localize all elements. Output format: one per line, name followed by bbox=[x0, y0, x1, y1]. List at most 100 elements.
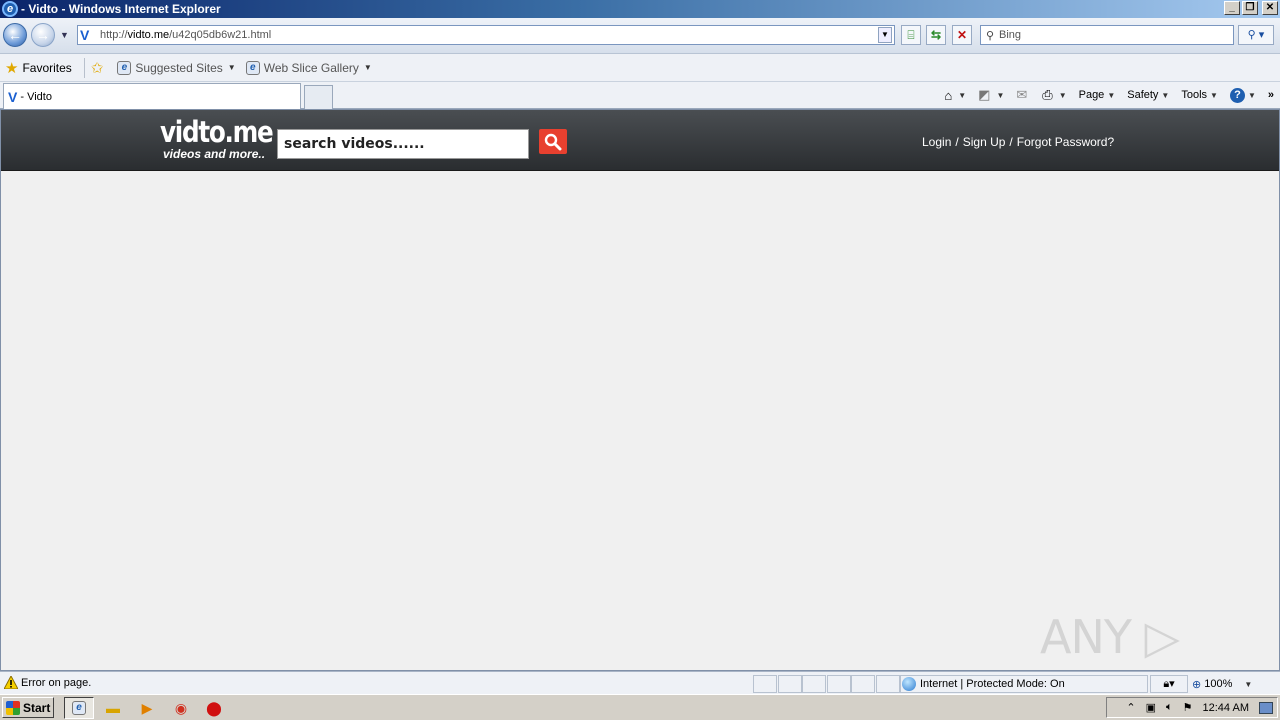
taskbar-chrome[interactable]: ◉ bbox=[170, 697, 192, 719]
auth-separator: / bbox=[1009, 135, 1013, 149]
status-cell bbox=[778, 675, 802, 693]
close-button[interactable]: ✕ bbox=[1262, 1, 1278, 15]
folder-icon: ▬ bbox=[106, 700, 120, 716]
safety-menu[interactable]: Safety ▼ bbox=[1127, 89, 1169, 101]
zoom-icon: ⊕ bbox=[1192, 678, 1202, 691]
search-button[interactable]: ⚲ ▾ bbox=[1238, 25, 1274, 45]
taskbar-internet-explorer[interactable]: e bbox=[64, 697, 94, 719]
help-menu[interactable]: ? ▼ bbox=[1229, 87, 1256, 103]
chevron-down-icon: ▼ bbox=[1210, 90, 1218, 100]
home-button[interactable]: ⌂ ▼ bbox=[944, 88, 966, 103]
taskbar-opera[interactable]: ⬤ bbox=[203, 697, 225, 719]
start-button[interactable]: Start bbox=[2, 697, 54, 718]
forward-button[interactable]: → bbox=[31, 23, 55, 47]
chevron-down-icon: ▼ bbox=[996, 90, 1005, 100]
compatibility-view-button[interactable]: ⌸ bbox=[901, 25, 921, 45]
title-bar: e - Vidto - Windows Internet Explorer _ … bbox=[0, 0, 1280, 18]
address-url: http://vidto.me/u42q05db6w21.html bbox=[100, 29, 272, 41]
rss-icon: ◩ bbox=[978, 87, 991, 102]
show-desktop-icon[interactable] bbox=[1259, 701, 1273, 714]
stop-sign-icon: ⬤ bbox=[206, 699, 222, 716]
page-menu[interactable]: Page ▼ bbox=[1079, 89, 1116, 101]
feeds-button[interactable]: ◩ ▼ bbox=[978, 87, 1004, 103]
page-content: vidto.me videos and more.. search videos… bbox=[0, 109, 1280, 671]
search-provider-icon: ⚲ bbox=[985, 29, 995, 42]
recent-pages-dropdown-icon[interactable]: ▼ bbox=[60, 30, 69, 40]
search-input[interactable]: ⚲ Bing bbox=[980, 25, 1234, 45]
chevron-down-icon: ▼ bbox=[227, 63, 236, 72]
status-cell bbox=[753, 675, 777, 693]
address-dropdown-icon[interactable]: ▼ bbox=[878, 27, 892, 43]
system-tray: ⌃ ▣ 🔈︎ ⚑ 12:44 AM bbox=[1106, 697, 1278, 718]
network-icon[interactable]: ▣ bbox=[1146, 701, 1156, 714]
media-player-icon: ▶ bbox=[141, 699, 153, 716]
favorites-button[interactable]: ★ Favorites bbox=[5, 59, 72, 77]
window-title: - Vidto - Windows Internet Explorer bbox=[21, 2, 221, 16]
chevron-down-icon: ▼ bbox=[958, 90, 967, 100]
site-search-button[interactable] bbox=[539, 129, 567, 154]
back-button[interactable]: ← bbox=[3, 23, 27, 47]
vidto-favicon-icon: V bbox=[8, 88, 18, 105]
security-zone[interactable]: Internet | Protected Mode: On bbox=[900, 675, 1148, 693]
favorites-star-icon: ★ bbox=[5, 59, 19, 77]
auth-links: Login / Sign Up / Forgot Password? bbox=[922, 135, 1114, 149]
zoom-control[interactable]: ⊕ 100% ▼ bbox=[1192, 675, 1264, 693]
web-slice-gallery-link[interactable]: e Web Slice Gallery ▼ bbox=[245, 60, 372, 75]
zoom-level: 100% bbox=[1204, 678, 1233, 690]
minimize-button[interactable]: _ bbox=[1224, 1, 1240, 15]
status-cell bbox=[827, 675, 851, 693]
site-search-input[interactable]: search videos...... bbox=[277, 129, 529, 159]
printer-icon: ⎙ bbox=[1042, 87, 1053, 102]
action-center-flag-icon[interactable]: ⚑ bbox=[1183, 701, 1193, 714]
status-bar: Error on page. Internet | Protected Mode… bbox=[0, 671, 1280, 694]
chevron-down-icon: ▼ bbox=[1161, 90, 1170, 100]
login-link[interactable]: Login bbox=[922, 135, 951, 149]
web-slice-gallery-label: Web Slice Gallery bbox=[263, 60, 359, 75]
tab-title: - Vidto bbox=[20, 90, 52, 103]
add-to-favorites-bar-button[interactable]: ✩ bbox=[91, 59, 108, 77]
chevron-down-icon: ▼ bbox=[1058, 90, 1067, 100]
lock-icon: 🔒︎▾ bbox=[1163, 678, 1175, 690]
new-tab-button[interactable] bbox=[304, 85, 333, 109]
ie-icon: e bbox=[72, 701, 86, 715]
protected-mode-button[interactable]: 🔒︎▾ bbox=[1150, 675, 1188, 693]
search-placeholder: Bing bbox=[999, 29, 1022, 41]
command-bar: ⌂ ▼ ◩ ▼ ✉ ⎙ ▼ Page ▼ Safety ▼ Tools ▼ ? ▼ » bbox=[944, 82, 1280, 108]
site-logo[interactable]: vidto.me videos and more.. bbox=[160, 117, 292, 161]
taskbar-explorer[interactable]: ▬ bbox=[102, 697, 124, 719]
more-commands-button[interactable]: » bbox=[1268, 89, 1274, 101]
forgot-password-link[interactable]: Forgot Password? bbox=[1017, 135, 1114, 149]
taskbar-media-player[interactable]: ▶ bbox=[136, 697, 158, 719]
chrome-icon: ◉ bbox=[174, 699, 188, 716]
start-label: Start bbox=[23, 700, 51, 715]
print-button[interactable]: ⎙ ▼ bbox=[1042, 87, 1066, 103]
stop-button[interactable]: ✕ bbox=[952, 25, 972, 45]
magnifier-icon bbox=[544, 133, 562, 151]
suggested-sites-label: Suggested Sites bbox=[135, 60, 223, 75]
safety-menu-label: Safety bbox=[1127, 89, 1159, 101]
logo-tagline: videos and more.. bbox=[163, 147, 266, 161]
refresh-button[interactable]: ⇆ bbox=[926, 25, 946, 45]
favorites-separator bbox=[83, 57, 85, 78]
home-icon: ⌂ bbox=[944, 87, 953, 103]
status-cell bbox=[802, 675, 826, 693]
site-header: vidto.me videos and more.. search videos… bbox=[1, 110, 1279, 171]
warning-icon[interactable] bbox=[4, 676, 18, 689]
clock[interactable]: 12:44 AM bbox=[1203, 702, 1249, 714]
signup-link[interactable]: Sign Up bbox=[963, 135, 1006, 149]
restore-button[interactable]: ❐ bbox=[1242, 1, 1258, 15]
tools-menu[interactable]: Tools ▼ bbox=[1181, 89, 1218, 101]
read-mail-button[interactable]: ✉ bbox=[1016, 87, 1030, 103]
status-message: Error on page. bbox=[21, 677, 92, 689]
show-hidden-icons-icon[interactable]: ⌃ bbox=[1126, 701, 1135, 714]
double-chevron-icon: » bbox=[1267, 89, 1274, 101]
page-menu-label: Page bbox=[1078, 89, 1105, 101]
tab-row: V - Vidto ⌂ ▼ ◩ ▼ ✉ ⎙ ▼ Page ▼ Safety ▼ Tools… bbox=[0, 82, 1280, 109]
tab-vidto[interactable]: V - Vidto bbox=[3, 83, 301, 109]
address-bar[interactable]: V http://vidto.me/u42q05db6w21.html ▼ bbox=[77, 25, 895, 45]
chevron-down-icon: ▼ bbox=[363, 63, 372, 72]
taskbar: Start e ▬ ▶ ◉ ⬤ ⌃ ▣ 🔈︎ ⚑ 12:44 AM bbox=[0, 694, 1280, 720]
volume-icon[interactable]: 🔈︎ bbox=[1166, 701, 1173, 714]
suggested-sites-link[interactable]: e Suggested Sites ▼ bbox=[117, 60, 236, 75]
ie-page-icon: e bbox=[245, 60, 260, 75]
